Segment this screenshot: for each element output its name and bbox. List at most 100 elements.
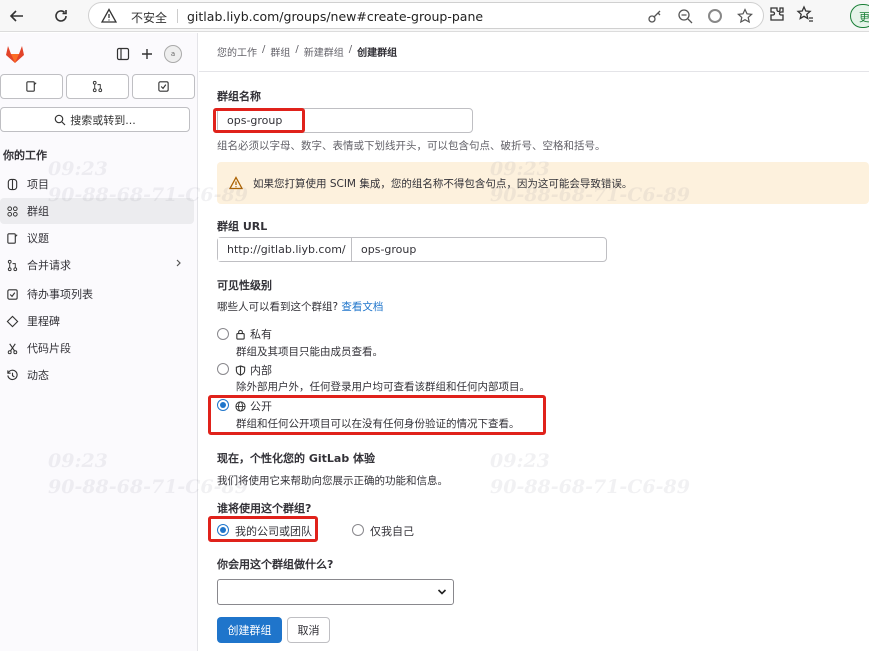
personalize-title: 现在，个性化您的 GitLab 体验: [217, 452, 376, 465]
reload-button[interactable]: [50, 5, 72, 27]
sidebar-item-label: 项目: [27, 178, 49, 191]
url-text[interactable]: gitlab.liyb.com/groups/new#create-group-…: [187, 9, 483, 24]
highlight-box-group-name: [213, 108, 305, 133]
refresh-extension-icon[interactable]: [707, 8, 723, 24]
activity-icon: [7, 369, 18, 380]
scim-warning-text: 如果您打算使用 SCIM 集成，您的组名称不得包含句点，因为这可能会导致错误。: [253, 177, 633, 190]
create-group-button[interactable]: 创建群组: [217, 617, 282, 643]
sidebar-item-snippets[interactable]: 代码片段: [0, 335, 194, 361]
sidebar-item-milestones[interactable]: 里程碑: [0, 308, 194, 334]
search-icon: [54, 114, 66, 125]
visibility-question: 哪些人可以看到这个群组?: [217, 301, 339, 313]
merge-requests-button[interactable]: [66, 74, 129, 99]
todo-items-button[interactable]: [132, 74, 195, 99]
visibility-help: 哪些人可以看到这个群组? 查看文档: [217, 299, 383, 314]
search-button[interactable]: 搜索或转到...: [0, 107, 190, 132]
group-icon: [7, 205, 18, 217]
arrow-left-icon: [9, 10, 23, 22]
avatar-alt-text: a: [170, 50, 176, 58]
todo-icon: [7, 288, 18, 300]
chevron-down-icon: [437, 587, 447, 600]
personalize-help: 我们将使用它来帮助向您展示正确的功能和信息。: [217, 475, 448, 487]
milestone-icon: [6, 315, 19, 327]
search-label: 搜索或转到...: [70, 113, 136, 127]
warning-icon: [229, 176, 243, 190]
warning-triangle-icon: [100, 8, 118, 27]
visibility-internal-desc: 除外部用户外，任何登录用户均可查看该群组和任何内部项目。: [236, 381, 530, 393]
extensions-icon[interactable]: [768, 5, 786, 23]
left-sidebar: a 搜索或转到... 你的工作 项目 群组 议题 合并请求 待办事项列表 里程碑…: [0, 33, 198, 651]
key-icon[interactable]: [647, 8, 663, 24]
avatar[interactable]: a: [164, 45, 182, 63]
highlight-box-public: [208, 395, 546, 435]
view-docs-link[interactable]: 查看文档: [341, 301, 383, 313]
sidebar-item-label: 代码片段: [27, 342, 71, 355]
sidebar-item-label: 动态: [27, 369, 49, 382]
profile-button[interactable]: 更: [850, 4, 869, 28]
group-url-prefix: http://gitlab.liyb.com/: [218, 238, 352, 261]
group-url-path-input[interactable]: ops-group: [352, 238, 606, 261]
highlight-box-company: [208, 516, 318, 542]
main-content: 您的工作 / 群组 / 新建群组 / 创建群组 群组名称 ops-group 组名必须…: [199, 33, 869, 651]
purpose-select[interactable]: [217, 579, 454, 605]
merge-request-icon: [92, 80, 103, 93]
breadcrumb-new-group[interactable]: 新建群组: [304, 44, 344, 59]
sidebar-item-issues[interactable]: 议题: [0, 225, 194, 251]
group-name-label: 群组名称: [217, 90, 261, 103]
gitlab-logo-icon[interactable]: [4, 43, 26, 68]
merge-request-icon: [7, 259, 18, 271]
address-bar[interactable]: 不安全 gitlab.liyb.com/groups/new#create-gr…: [88, 2, 764, 29]
sidebar-item-label: 合并请求: [27, 259, 71, 272]
group-url-field: http://gitlab.liyb.com/ ops-group: [217, 237, 607, 262]
purpose-label: 你会用这个群组做什么?: [217, 558, 334, 571]
your-work-heading: 你的工作: [3, 149, 47, 162]
breadcrumb-groups[interactable]: 群组: [270, 44, 290, 59]
sidebar-toggle-icon[interactable]: [116, 47, 130, 61]
who-will-use-label: 谁将使用这个群组?: [217, 502, 312, 515]
shield-icon: [235, 364, 246, 376]
sidebar-item-groups[interactable]: 群组: [0, 198, 194, 224]
cancel-button[interactable]: 取消: [287, 617, 330, 643]
sidebar-item-todo-list[interactable]: 待办事项列表: [0, 281, 194, 307]
group-url-label: 群组 URL: [217, 220, 268, 233]
address-divider: [177, 9, 178, 23]
todo-icon: [158, 81, 169, 92]
plus-icon[interactable]: [140, 47, 154, 61]
group-name-help: 组名必须以字母、数字、表情或下划线开头，可以包含句点、破折号、空格和括号。: [217, 140, 606, 152]
sidebar-item-merge-requests[interactable]: 合并请求: [0, 252, 194, 278]
lock-icon: [236, 329, 245, 340]
visibility-private-title[interactable]: 私有: [235, 326, 272, 342]
breadcrumb: 您的工作 / 群组 / 新建群组 / 创建群组: [217, 44, 398, 59]
sidebar-item-label: 里程碑: [27, 315, 60, 328]
sidebar-item-activity[interactable]: 动态: [0, 362, 194, 388]
chevron-right-icon: [174, 258, 184, 271]
zoom-out-icon[interactable]: [677, 8, 693, 24]
issues-icon: [7, 232, 18, 244]
insecure-label[interactable]: 不安全: [131, 9, 167, 26]
sidebar-item-label: 议题: [27, 232, 49, 245]
assigned-issues-button[interactable]: [0, 74, 63, 99]
visibility-option-label: 内部: [250, 364, 272, 377]
visibility-option-label: 私有: [250, 328, 272, 341]
who-just-me-label[interactable]: 仅我自己: [370, 523, 414, 539]
visibility-private-radio[interactable]: [217, 328, 229, 340]
breadcrumb-create-group: 创建群组: [357, 48, 398, 59]
scim-warning-alert: 如果您打算使用 SCIM 集成，您的组名称不得包含句点，因为这可能会导致错误。: [217, 162, 869, 204]
breadcrumb-your-work[interactable]: 您的工作: [217, 44, 257, 59]
browser-toolbar: 不安全 gitlab.liyb.com/groups/new#create-gr…: [0, 0, 869, 32]
who-just-me-radio[interactable]: [352, 524, 364, 536]
back-button[interactable]: [6, 5, 28, 27]
breadcrumb-divider: [199, 71, 869, 72]
favorite-star-icon[interactable]: [737, 8, 753, 24]
issues-icon: [26, 81, 37, 92]
visibility-internal-title[interactable]: 内部: [235, 362, 272, 378]
visibility-label: 可见性级别: [217, 279, 272, 292]
snippet-icon: [7, 343, 18, 354]
profile-initial: 更: [859, 11, 869, 24]
sidebar-item-label: 待办事项列表: [27, 288, 93, 301]
visibility-private-desc: 群组及其项目只能由成员查看。: [236, 346, 383, 358]
visibility-internal-radio[interactable]: [217, 363, 229, 375]
favorites-icon[interactable]: [796, 5, 814, 23]
project-icon: [7, 178, 18, 190]
sidebar-item-projects[interactable]: 项目: [0, 171, 194, 197]
